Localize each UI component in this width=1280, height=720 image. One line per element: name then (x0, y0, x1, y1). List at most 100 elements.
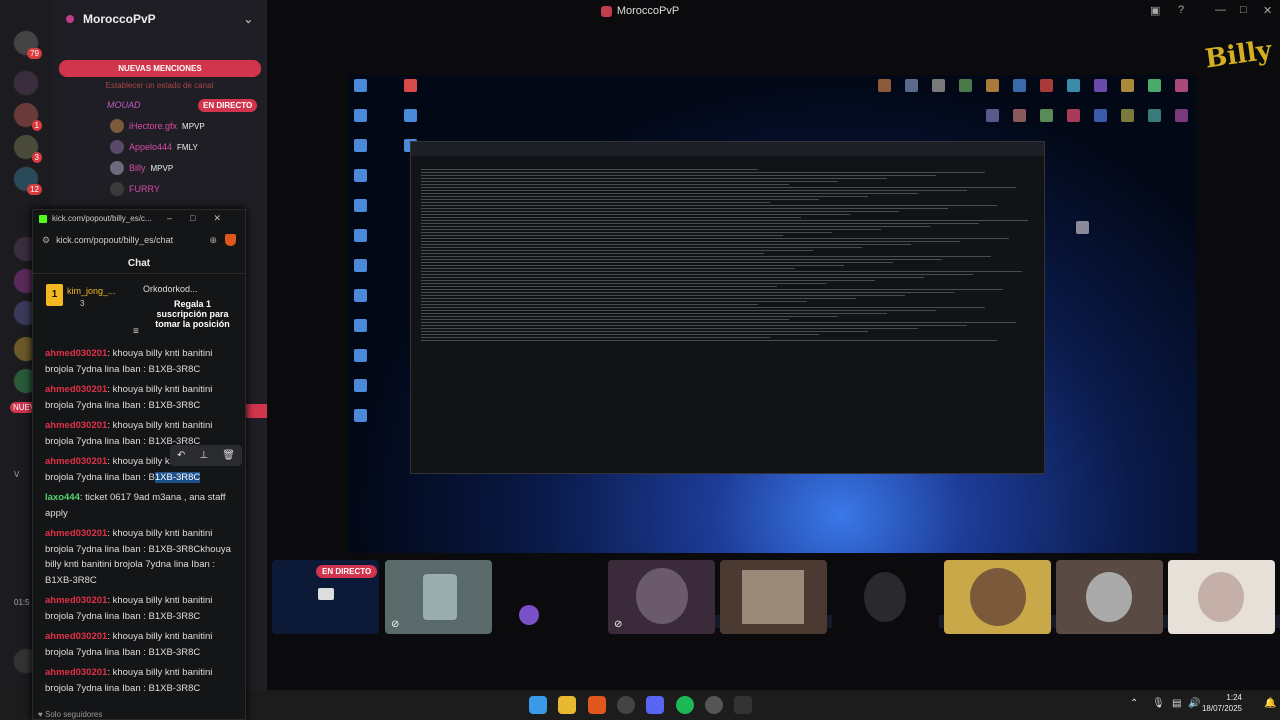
brave-browser-icon[interactable] (588, 696, 606, 714)
expand-icon[interactable]: ≡ (133, 326, 139, 337)
chat-username[interactable]: ahmed030201 (45, 631, 107, 642)
chat-username[interactable]: ahmed030201 (45, 348, 107, 359)
app-icon[interactable] (734, 696, 752, 714)
taskbar-clock[interactable]: 1:24 18/07/2025 (1200, 692, 1242, 714)
notification-icon[interactable]: 🔔 (1264, 698, 1276, 709)
log-line (421, 274, 973, 275)
log-line (421, 169, 759, 170)
chat-username[interactable]: laxo444 (45, 492, 80, 503)
set-channel-status-link[interactable]: Establecer un estado de canal (52, 81, 267, 90)
participant-tile[interactable] (1168, 560, 1275, 634)
live-badge: EN DIRECTO (316, 565, 378, 578)
log-line (421, 295, 906, 296)
obs-icon[interactable] (617, 696, 635, 714)
participant-tile[interactable] (720, 560, 827, 634)
desktop-icon (1175, 79, 1188, 92)
app-icon[interactable] (705, 696, 723, 714)
desktop-icon (1094, 109, 1107, 122)
chat-username[interactable]: ahmed030201 (45, 420, 107, 431)
log-line (421, 235, 783, 236)
log-line (421, 277, 924, 278)
log-line (421, 181, 838, 182)
server-icon[interactable] (13, 70, 39, 96)
reply-icon[interactable]: ↶ (177, 450, 185, 461)
chat-message[interactable]: laxo444: ticket 0617 9ad m3ana , ana sta… (45, 490, 233, 521)
log-line (421, 241, 961, 242)
desktop-icon (404, 109, 417, 122)
help-icon[interactable]: ? (1178, 4, 1184, 16)
chat-message[interactable]: ahmed030201: khouya billy knti banitini … (45, 665, 233, 696)
minimize-icon[interactable]: — (1215, 4, 1226, 16)
participant-tile[interactable]: ⊘ (385, 560, 492, 634)
chat-message[interactable]: ahmed030201: khouya billy knti banitini … (45, 629, 233, 660)
desktop-icon (1040, 109, 1053, 122)
chevron-up-icon[interactable]: ⌃ (1130, 698, 1138, 709)
participant-tile[interactable] (944, 560, 1051, 634)
app-icon (600, 5, 612, 17)
delete-icon[interactable]: 🗑 (222, 450, 235, 461)
chat-message[interactable]: ahmed030201: khouya billy knti banitini … (45, 526, 233, 588)
zoom-icon[interactable]: ⊕ (209, 235, 217, 246)
log-line (421, 322, 1016, 323)
log-line (421, 253, 765, 254)
muted-icon: ⊘ (614, 619, 623, 630)
voice-channel-name[interactable]: MOUAD (107, 100, 141, 110)
log-line (421, 256, 992, 257)
direct-messages-icon[interactable]: 79 (13, 30, 42, 59)
server-icon[interactable]: 3 (13, 134, 42, 163)
window-controls[interactable]: –□✕ (167, 213, 239, 224)
desktop-icon (354, 139, 367, 152)
server-icon[interactable]: 1 (13, 102, 42, 131)
followers-only-indicator: ♥ Solo seguidores (38, 710, 102, 719)
log-line (421, 310, 936, 311)
chat-message[interactable]: ahmed030201: khouya billy knti banitini … (45, 593, 233, 624)
log-line (421, 283, 826, 284)
chat-message[interactable]: ahmed030201: khouya billy knti banitini … (45, 382, 233, 413)
desktop-icon (354, 349, 367, 362)
chat-username[interactable]: ahmed030201 (45, 667, 107, 678)
new-mentions-button[interactable]: NUEVAS MENCIONES (59, 60, 261, 77)
avatar (110, 182, 124, 196)
desktop-icon (1121, 79, 1134, 92)
participant-tile[interactable]: ⊘ (608, 560, 715, 634)
discord-icon[interactable] (646, 696, 664, 714)
participant-tile[interactable] (1056, 560, 1163, 634)
gift-cta-text[interactable]: Regala 1 suscripción para tomar la posic… (150, 299, 235, 329)
mic-icon[interactable]: 🎙 (1152, 698, 1165, 709)
start-icon[interactable] (529, 696, 547, 714)
brave-shield-icon[interactable] (225, 234, 236, 246)
participant-tile[interactable] (497, 560, 604, 634)
maximize-icon[interactable]: □ (1240, 4, 1247, 16)
top-user-name[interactable]: kim_jong_... (67, 286, 116, 296)
voice-member[interactable]: Appelo444 FMLY (110, 140, 198, 154)
participant-tile[interactable] (832, 560, 939, 634)
log-line (421, 193, 918, 194)
voice-member[interactable]: FURRY (110, 182, 160, 196)
member-name: FURRY (129, 184, 160, 194)
spotify-icon[interactable] (676, 696, 694, 714)
log-line (421, 232, 832, 233)
desktop-icon (1094, 79, 1107, 92)
log-line (421, 337, 771, 338)
log-line (421, 268, 795, 269)
log-line (421, 175, 936, 176)
chat-username[interactable]: ahmed030201 (45, 595, 107, 606)
avatar (1198, 572, 1244, 622)
server-icon[interactable]: 12 (13, 166, 42, 195)
chat-message[interactable]: ahmed030201: khouya billy knti banitini … (45, 346, 233, 377)
gift-user-name[interactable]: Orkodorkod... (143, 284, 198, 294)
close-icon[interactable]: ✕ (1263, 4, 1272, 17)
chat-username[interactable]: ahmed030201 (45, 384, 107, 395)
chat-username[interactable]: ahmed030201 (45, 456, 107, 467)
chat-username[interactable]: ahmed030201 (45, 528, 107, 539)
pin-icon[interactable]: ⊥ (199, 450, 208, 461)
file-explorer-icon[interactable] (558, 696, 576, 714)
network-icon[interactable]: ▤ (1172, 698, 1181, 709)
address-bar[interactable]: ⚙ kick.com/popout/billy_es/chat ⊕ (36, 230, 242, 250)
inbox-icon[interactable]: ▣ (1150, 4, 1160, 17)
site-info-icon[interactable]: ⚙ (42, 235, 50, 246)
desktop-icon (354, 409, 367, 422)
voice-member[interactable]: Billy MPVP (110, 161, 173, 175)
voice-member[interactable]: iHectore.gfx MPVP (110, 119, 205, 133)
volume-icon[interactable]: 🔊 (1188, 698, 1200, 709)
